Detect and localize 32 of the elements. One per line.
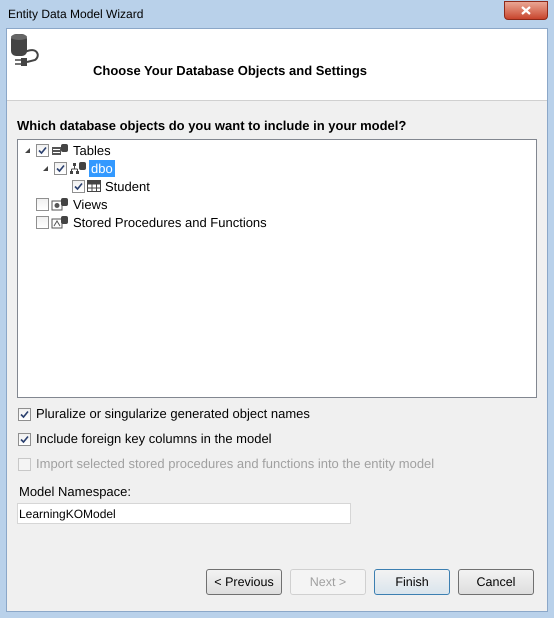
tree-item[interactable]: Stored Procedures and Functions	[71, 214, 269, 230]
close-button[interactable]	[504, 0, 548, 20]
object-tree[interactable]: Tables dbo Student Views Stored Procedures and Functions	[17, 139, 537, 398]
tree-label: Which database objects do you want to include in your model?	[17, 117, 408, 135]
tree-item[interactable]: Views	[71, 196, 110, 212]
tree-item[interactable]: Tables	[71, 142, 113, 158]
checkbox[interactable]	[18, 408, 31, 420]
checkbox[interactable]	[18, 432, 31, 446]
checkbox[interactable]	[54, 162, 67, 174]
namespace-label: Model Namespace:	[18, 484, 132, 500]
namespace-field[interactable]: LearningKOModel	[17, 503, 351, 524]
close-icon	[521, 6, 531, 14]
checkbox[interactable]	[36, 216, 49, 228]
window-title: Entity Data Model Wizard	[8, 6, 144, 23]
checkbox[interactable]	[36, 198, 49, 210]
checkbox[interactable]	[72, 180, 85, 192]
dialog-button[interactable]: < Previous	[206, 569, 282, 595]
option-label: Include foreign key columns in the model	[36, 430, 272, 448]
tree-item[interactable]: Student	[103, 178, 152, 194]
checkbox[interactable]	[36, 144, 49, 156]
page-title: Choose Your Database Objects and Settings	[93, 62, 368, 80]
option-label: Pluralize or singularize generated object names	[36, 405, 310, 424]
expander-icon[interactable]	[24, 146, 30, 154]
dialog-button[interactable]: Finish	[374, 569, 450, 595]
view-icon	[51, 197, 69, 211]
tables-icon	[51, 143, 69, 157]
procedure-icon	[51, 215, 69, 229]
dialog-button[interactable]: Cancel	[458, 569, 534, 595]
hierarchy-icon	[69, 161, 87, 175]
option-label: Import selected stored procedures and functions into the entity model	[36, 455, 434, 474]
expander-icon[interactable]	[42, 164, 48, 172]
table-icon	[87, 180, 101, 192]
